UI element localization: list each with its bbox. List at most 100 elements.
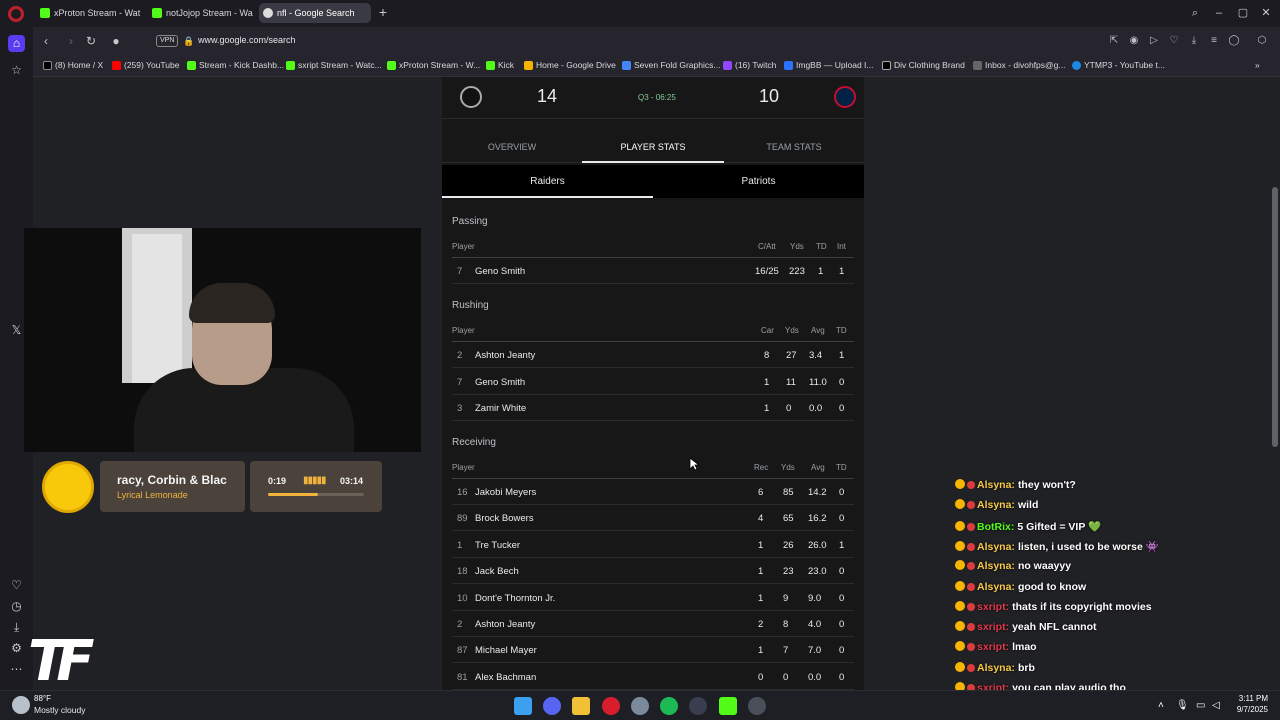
chat-username[interactable]: sxript: bbox=[977, 601, 1009, 613]
maximize-icon[interactable]: ▢ bbox=[1235, 5, 1251, 21]
raiders-logo-icon[interactable] bbox=[460, 86, 482, 108]
search-tabs-icon[interactable]: ⌕ bbox=[1187, 5, 1203, 21]
tab-team-stats[interactable]: TEAM STATS bbox=[724, 131, 864, 163]
windows-start-icon[interactable] bbox=[514, 697, 532, 715]
forward-icon[interactable]: › bbox=[63, 33, 79, 49]
col-header: C/Att bbox=[758, 242, 776, 251]
chat-username[interactable]: Alsyna: bbox=[977, 499, 1015, 511]
vpn-badge[interactable]: VPN bbox=[156, 35, 179, 47]
cell-name[interactable]: Geno Smith bbox=[475, 377, 525, 388]
settings-icon[interactable] bbox=[631, 697, 649, 715]
cell-name[interactable]: Tre Tucker bbox=[475, 540, 520, 551]
settings-icon[interactable]: ⚙ bbox=[8, 640, 25, 657]
tab-overview[interactable]: OVERVIEW bbox=[442, 131, 582, 163]
chat-username[interactable]: Alsyna: bbox=[977, 479, 1015, 491]
cell-name[interactable]: Zamir White bbox=[475, 403, 526, 414]
song-title: racy, Corbin & Blac bbox=[117, 473, 227, 487]
cell-name[interactable]: Alex Bachman bbox=[475, 672, 536, 683]
obs-icon[interactable] bbox=[748, 697, 766, 715]
music-album-icon bbox=[42, 461, 94, 513]
opera-logo-icon[interactable] bbox=[8, 6, 24, 22]
history-icon[interactable]: ◷ bbox=[8, 598, 25, 615]
play-icon[interactable]: ▷ bbox=[1147, 34, 1161, 48]
bookmark-ytmp3[interactable]: YTMP3 - YouTube t... bbox=[1072, 60, 1165, 70]
file-explorer-icon[interactable] bbox=[572, 697, 590, 715]
chat-username[interactable]: BotRix: bbox=[977, 521, 1014, 533]
discord-icon[interactable] bbox=[543, 697, 561, 715]
cell-name[interactable]: Ashton Jeanty bbox=[475, 350, 535, 361]
menu-icon[interactable]: ≡ bbox=[1207, 34, 1221, 48]
bookmark-seven-fold[interactable]: Seven Fold Graphics... bbox=[622, 60, 720, 70]
network-icon[interactable]: ▭ bbox=[1196, 700, 1208, 712]
home-icon[interactable]: ⌂ bbox=[8, 35, 25, 52]
bookmark-inbox[interactable]: Inbox - divohfps@g... bbox=[973, 60, 1065, 70]
tab-raiders[interactable]: Raiders bbox=[442, 165, 653, 198]
bookmark-google-drive[interactable]: Home - Google Drive bbox=[524, 60, 616, 70]
chat-username[interactable]: Alsyna: bbox=[977, 541, 1015, 553]
weather-icon[interactable] bbox=[12, 696, 30, 714]
bookmark-div-clothing[interactable]: Div Clothing Brand bbox=[882, 60, 965, 70]
table-header-receiving: Player Rec Yds Avg TD bbox=[452, 459, 854, 479]
back-icon[interactable]: ‹ bbox=[38, 33, 54, 49]
download-icon[interactable]: ⤓ bbox=[8, 619, 25, 636]
spotify-icon[interactable] bbox=[660, 697, 678, 715]
bookmark-sxript[interactable]: sxript Stream - Watc... bbox=[286, 60, 382, 70]
cell-name[interactable]: Ashton Jeanty bbox=[475, 619, 535, 630]
volume-icon[interactable]: ◁ bbox=[1212, 700, 1224, 712]
close-icon[interactable]: ✕ bbox=[1258, 5, 1274, 21]
url-field[interactable]: www.google.com/search bbox=[198, 35, 296, 45]
cell-name[interactable]: Jakobi Meyers bbox=[475, 487, 536, 498]
tab-notjojop[interactable]: notJojop Stream - Wa bbox=[148, 3, 256, 23]
reload-icon[interactable]: ↻ bbox=[83, 33, 99, 49]
heart-icon[interactable]: ♡ bbox=[8, 577, 25, 594]
bookmark-youtube[interactable]: (259) YouTube bbox=[112, 60, 179, 70]
chat-username[interactable]: Alsyna: bbox=[977, 581, 1015, 593]
chat-username[interactable]: Alsyna: bbox=[977, 662, 1015, 674]
cell-c2: 0 bbox=[783, 671, 789, 683]
bookmark-xproton[interactable]: xProton Stream - W... bbox=[387, 60, 480, 70]
chat-message: Alsyna: brb bbox=[955, 661, 1035, 676]
system-date[interactable]: 9/7/2025 bbox=[1228, 705, 1268, 714]
cell-name[interactable]: Michael Mayer bbox=[475, 645, 537, 656]
cell-name[interactable]: Dont'e Thornton Jr. bbox=[475, 593, 555, 604]
download-icon[interactable]: ⤓ bbox=[1187, 34, 1201, 48]
tab-google-search[interactable]: nfl - Google Search bbox=[259, 3, 371, 23]
bookmark-kick[interactable]: Kick bbox=[486, 60, 514, 70]
tab-patriots[interactable]: Patriots bbox=[653, 165, 864, 198]
bookmark-imgbb[interactable]: ImgBB — Upload I... bbox=[784, 60, 873, 70]
microphone-icon[interactable]: 🎙 bbox=[1176, 700, 1189, 712]
more-icon[interactable]: ⋯ bbox=[8, 661, 25, 678]
patriots-logo-icon[interactable] bbox=[834, 86, 856, 108]
cell-name[interactable]: Geno Smith bbox=[475, 266, 525, 277]
chat-username[interactable]: sxript: bbox=[977, 621, 1009, 633]
chat-username[interactable]: sxript: bbox=[977, 641, 1009, 653]
kick-icon[interactable] bbox=[719, 697, 737, 715]
app-icon[interactable] bbox=[689, 697, 707, 715]
share-icon[interactable]: ⇱ bbox=[1107, 34, 1121, 48]
x-icon[interactable]: 𝕏 bbox=[8, 322, 25, 339]
extensions-icon[interactable]: ⬡ bbox=[1255, 34, 1269, 48]
star-icon[interactable]: ☆ bbox=[8, 62, 25, 79]
page-scrollbar[interactable] bbox=[1270, 77, 1280, 690]
new-tab-icon[interactable]: + bbox=[376, 5, 390, 19]
x-icon bbox=[43, 61, 52, 70]
minimize-icon[interactable]: – bbox=[1211, 5, 1227, 21]
chat-username[interactable]: Alsyna: bbox=[977, 560, 1015, 572]
bookmark-label: Inbox - divohfps@g... bbox=[985, 60, 1066, 70]
scroll-thumb[interactable] bbox=[1272, 187, 1278, 447]
badge-icon bbox=[967, 623, 975, 632]
profile-icon[interactable]: ◯ bbox=[1227, 34, 1241, 48]
bookmark-kick-dashboard[interactable]: Stream - Kick Dashb... bbox=[187, 60, 284, 70]
chevron-up-icon[interactable]: ˄ bbox=[1158, 700, 1170, 712]
bookmark-twitch[interactable]: (16) Twitch bbox=[723, 60, 776, 70]
camera-icon[interactable]: ◉ bbox=[1127, 34, 1141, 48]
cell-name[interactable]: Jack Bech bbox=[475, 566, 519, 577]
cell-name[interactable]: Brock Bowers bbox=[475, 513, 534, 524]
tab-player-stats[interactable]: PLAYER STATS bbox=[582, 131, 724, 163]
tab-xproton[interactable]: xProton Stream - Wat bbox=[36, 3, 144, 23]
opera-icon[interactable] bbox=[602, 697, 620, 715]
heart-icon[interactable]: ♡ bbox=[1167, 34, 1181, 48]
bookmarks-more-icon[interactable]: » bbox=[1255, 60, 1260, 70]
system-time[interactable]: 3:11 PM bbox=[1228, 694, 1268, 703]
bookmark-x[interactable]: (8) Home / X bbox=[43, 60, 103, 70]
